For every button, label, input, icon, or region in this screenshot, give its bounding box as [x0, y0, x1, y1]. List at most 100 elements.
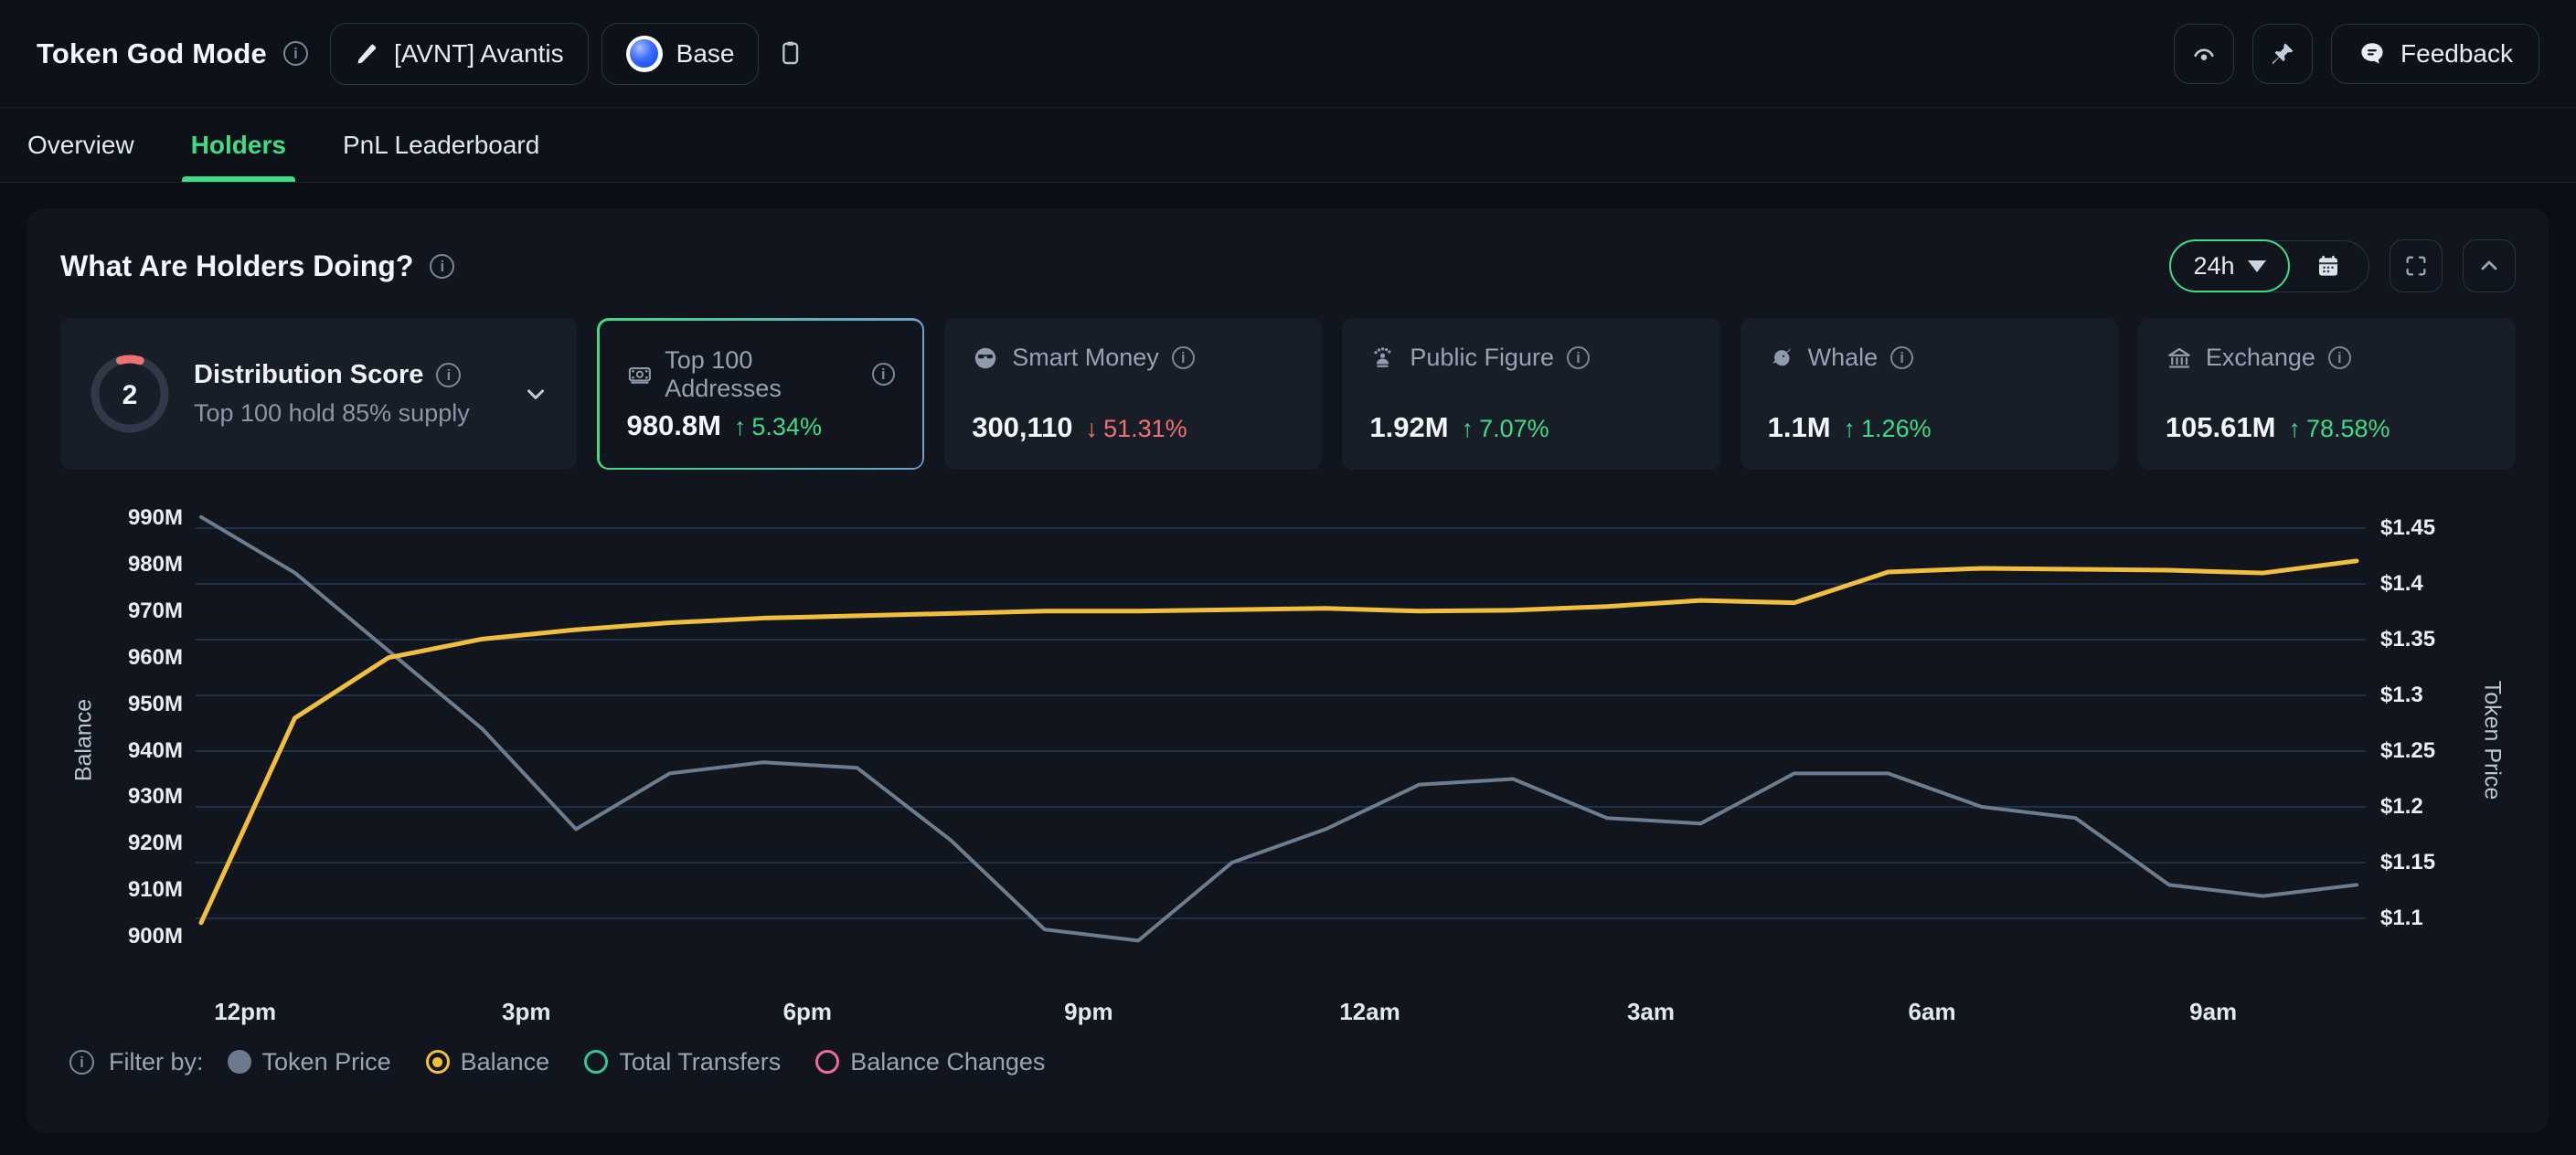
card-info-icon[interactable]: [430, 254, 454, 279]
tile-smart-money[interactable]: Smart Money 300,110 51.31%: [944, 318, 1322, 470]
calendar-button[interactable]: [2288, 241, 2368, 291]
metric-tiles: 2 Distribution Score Top 100 hold 85% su…: [60, 318, 2516, 470]
y-right-tick: $1.1: [2380, 904, 2423, 933]
chain-selector-label: Base: [676, 39, 735, 69]
distribution-score-gauge: 2: [88, 352, 172, 436]
distribution-score-subtitle: Top 100 hold 85% supply: [194, 399, 470, 428]
fullscreen-icon: [2403, 253, 2429, 279]
filter-option-balance-changes[interactable]: Balance Changes: [815, 1048, 1045, 1076]
tile-change: 1.26%: [1844, 415, 1932, 443]
chain-selector-button[interactable]: Base: [601, 23, 760, 85]
tile-value: 105.61M: [2166, 411, 2276, 444]
card-header: What Are Holders Doing? 24h: [60, 239, 2516, 292]
filter-option-total-transfers[interactable]: Total Transfers: [584, 1048, 781, 1076]
y-left-tick: 980M: [128, 550, 183, 579]
distribution-score-label: Distribution Score: [194, 360, 423, 390]
info-icon[interactable]: [872, 363, 895, 386]
x-tick: 12am: [1339, 998, 1400, 1026]
tab-pnl-leaderboard[interactable]: PnL Leaderboard: [343, 108, 539, 182]
arrow-up-icon: [734, 413, 747, 441]
tile-public-figure[interactable]: Public Figure 1.92M 7.07%: [1342, 318, 1719, 470]
tile-value: 1.1M: [1768, 411, 1831, 444]
tile-change: 5.34%: [734, 413, 822, 441]
tile-distribution-score[interactable]: 2 Distribution Score Top 100 hold 85% su…: [60, 318, 577, 470]
tile-label: Public Figure: [1410, 344, 1554, 372]
token-price-swatch: [228, 1050, 251, 1074]
y-left-tick: 960M: [128, 643, 183, 673]
y-left-tick: 990M: [128, 503, 183, 533]
filter-option-balance[interactable]: Balance: [426, 1048, 550, 1076]
info-icon[interactable]: [2328, 346, 2351, 369]
tile-exchange[interactable]: Exchange 105.61M 78.58%: [2138, 318, 2516, 470]
y-right-tick: $1.4: [2380, 569, 2423, 599]
chat-bubble-icon: [2358, 39, 2387, 69]
tile-label: Exchange: [2206, 344, 2315, 372]
x-tick: 6pm: [783, 998, 832, 1026]
timeframe-dropdown[interactable]: 24h: [2169, 239, 2289, 292]
y-right-tick: $1.25: [2380, 736, 2435, 766]
left-axis-ticks: 990M980M970M960M950M940M930M920M910M900M: [108, 493, 196, 987]
tile-top100-selected-border: Top 100 Addresses 980.8M 5.34%: [597, 318, 924, 470]
y-left-tick: 940M: [128, 736, 183, 766]
fullscreen-button[interactable]: [2390, 239, 2443, 292]
filter-option-token-price[interactable]: Token Price: [228, 1048, 391, 1076]
tile-change: 7.07%: [1462, 415, 1549, 443]
exchange-bank-icon: [2166, 344, 2193, 372]
tile-change: 78.58%: [2288, 415, 2390, 443]
card-title: What Are Holders Doing?: [60, 249, 413, 283]
y-left-tick: 950M: [128, 690, 183, 719]
y-left-tick: 920M: [128, 829, 183, 858]
card-controls: 24h: [2170, 239, 2516, 292]
tile-top-100-addresses[interactable]: Top 100 Addresses 980.8M 5.34%: [600, 321, 922, 468]
y-left-tick: 970M: [128, 597, 183, 626]
balance-radio-selected: [426, 1050, 450, 1074]
x-axis-ticks: 12pm3pm6pm9pm12am3am6am9am: [196, 987, 2366, 1027]
tile-label: Smart Money: [1012, 344, 1159, 372]
info-icon[interactable]: [1890, 346, 1913, 369]
chevron-down-icon[interactable]: [522, 380, 549, 408]
arrow-up-icon: [2288, 415, 2301, 443]
info-icon[interactable]: [283, 41, 308, 66]
token-god-mode-app: Token God Mode [AVNT] Avantis Base Feedb…: [0, 0, 2576, 1155]
y-right-tick: $1.2: [2380, 792, 2423, 821]
svg-text:2: 2: [122, 380, 138, 410]
y-left-tick: 910M: [128, 875, 183, 905]
pin-icon: [2269, 40, 2296, 68]
copy-icon[interactable]: [775, 39, 804, 69]
chevron-up-icon: [2476, 253, 2502, 279]
chevron-down-icon: [2248, 260, 2266, 272]
info-icon[interactable]: [1567, 346, 1590, 369]
x-tick: 12pm: [214, 998, 276, 1026]
balance-changes-radio: [815, 1050, 839, 1074]
token-selector-button[interactable]: [AVNT] Avantis: [330, 23, 589, 85]
timeframe-value: 24h: [2193, 252, 2234, 281]
collapse-button[interactable]: [2463, 239, 2516, 292]
y-right-tick: $1.3: [2380, 681, 2423, 710]
info-icon[interactable]: [1172, 346, 1195, 369]
arrow-down-icon: [1086, 415, 1099, 443]
tile-whale[interactable]: Whale 1.1M 1.26%: [1740, 318, 2118, 470]
tab-bar: Overview Holders PnL Leaderboard: [0, 108, 2576, 183]
eye-icon: [2190, 40, 2218, 68]
pin-button[interactable]: [2252, 24, 2313, 84]
public-figure-icon: [1369, 344, 1397, 372]
holders-activity-card: What Are Holders Doing? 24h: [27, 208, 2549, 1133]
page-title: Token God Mode: [37, 37, 267, 70]
plot-area[interactable]: [196, 493, 2366, 987]
whale-icon: [1768, 344, 1795, 372]
info-icon[interactable]: [436, 363, 461, 387]
banknote-icon: [627, 361, 653, 388]
watch-button[interactable]: [2174, 24, 2234, 84]
right-axis-ticks: $1.45$1.4$1.35$1.3$1.25$1.2$1.15$1.1: [2366, 493, 2468, 987]
tab-overview[interactable]: Overview: [27, 108, 134, 182]
base-logo-icon: [626, 36, 663, 72]
feedback-button[interactable]: Feedback: [2331, 24, 2539, 84]
tile-value: 1.92M: [1369, 411, 1448, 444]
tile-value: 980.8M: [627, 409, 721, 442]
info-icon[interactable]: [69, 1050, 94, 1075]
tile-value: 300,110: [972, 411, 1072, 444]
tab-holders[interactable]: Holders: [191, 108, 286, 182]
y-right-tick: $1.45: [2380, 514, 2435, 543]
pencil-icon: [355, 41, 380, 67]
y-left-tick: 930M: [128, 782, 183, 811]
